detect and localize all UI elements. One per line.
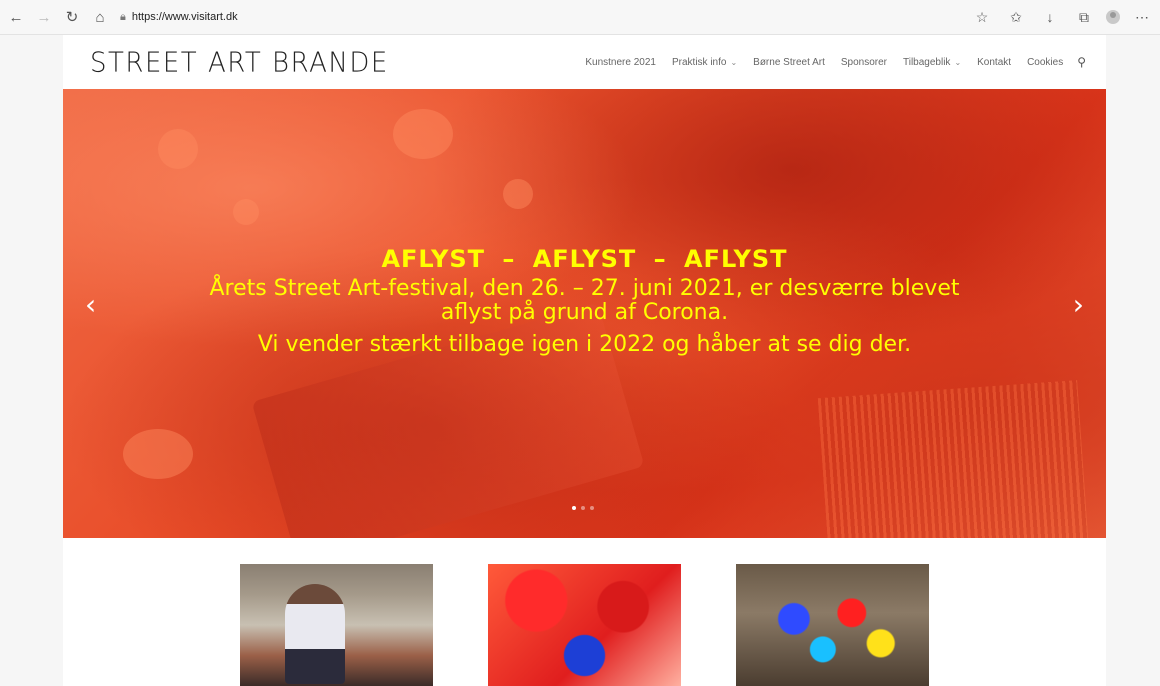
downloads-icon[interactable]: ↓ <box>1038 5 1062 29</box>
home-icon[interactable]: ⌂ <box>88 5 112 29</box>
nav-item-cookies[interactable]: Cookies <box>1027 57 1063 68</box>
address-bar[interactable]: 🔒︎ https://www.visitart.dk <box>120 5 238 29</box>
paint-splat <box>158 129 198 169</box>
read-aloud-icon[interactable]: ☆ <box>970 5 994 29</box>
nav-label: Tilbageblik <box>903 56 951 68</box>
hero-message: AFLYST – AFLYST – AFLYST Årets Street Ar… <box>63 245 1106 357</box>
nav-label: Kontakt <box>977 56 1012 68</box>
page: STREET ART BRANDE Kunstnere 2021 Praktis… <box>63 35 1106 686</box>
site-header: STREET ART BRANDE Kunstnere 2021 Praktis… <box>63 35 1106 89</box>
slider-dot[interactable] <box>572 506 576 510</box>
nav-item-kontakt[interactable]: Kontakt <box>977 57 1011 68</box>
favorites-star-icon[interactable]: ✩ <box>1004 5 1028 29</box>
chevron-down-icon: ⌄ <box>954 57 962 67</box>
artist-figure <box>285 584 345 684</box>
hero-line-2: aflyst på grund af Corona. <box>440 300 729 325</box>
nav-label: Praktisk info <box>671 56 727 68</box>
hero-brush-image <box>817 380 1089 538</box>
thumbnail-street-artist[interactable] <box>240 564 433 686</box>
nav-item-kunstnere[interactable]: Kunstnere 2021 <box>585 57 656 68</box>
slider-dots <box>572 506 599 510</box>
thumbnail-paint-palette[interactable] <box>488 564 681 686</box>
chevron-down-icon: ⌄ <box>730 57 738 67</box>
lock-icon: 🔒︎ <box>120 10 126 23</box>
paint-splat <box>393 109 453 159</box>
hero-line-3: Vi vender stærkt tilbage igen i 2022 og … <box>257 332 912 357</box>
thumbnail-paint-tray[interactable] <box>736 564 929 686</box>
browser-toolbar: ← → ↻ ⌂ 🔒︎ https://www.visitart.dk ☆ ✩ ↓… <box>0 0 1160 35</box>
more-icon[interactable]: ⋯ <box>1130 5 1154 29</box>
url-text[interactable]: https://www.visitart.dk <box>132 11 238 23</box>
hero-line-1: Årets Street Art-festival, den 26. – 27.… <box>209 276 960 301</box>
nav-label: Børne Street Art <box>753 56 825 68</box>
slider-next-arrow[interactable]: › <box>1073 291 1084 319</box>
paint-splat <box>503 179 533 209</box>
site-logo[interactable]: STREET ART BRANDE <box>90 47 389 79</box>
slider-prev-arrow[interactable]: ‹ <box>85 291 96 319</box>
refresh-icon[interactable]: ↻ <box>60 5 84 29</box>
slider-dot[interactable] <box>590 506 594 510</box>
nav-item-borne-street-art[interactable]: Børne Street Art <box>753 57 825 68</box>
nav-label: Sponsorer <box>840 56 887 68</box>
nav-item-sponsorer[interactable]: Sponsorer <box>841 57 887 68</box>
forward-icon[interactable]: → <box>32 5 56 29</box>
profile-icon[interactable] <box>1106 10 1120 24</box>
nav-item-praktisk-info[interactable]: Praktisk info ⌄ <box>672 57 737 68</box>
collections-icon[interactable]: ⧉ <box>1072 5 1096 29</box>
hero-slider: AFLYST – AFLYST – AFLYST Årets Street Ar… <box>63 89 1106 538</box>
paint-splat <box>233 199 259 225</box>
nav-label: Kunstnere 2021 <box>585 56 656 68</box>
nav-label: Cookies <box>1027 56 1064 68</box>
slider-dot[interactable] <box>581 506 585 510</box>
back-icon[interactable]: ← <box>4 5 28 29</box>
nav-item-tilbageblik[interactable]: Tilbageblik ⌄ <box>903 57 961 68</box>
hero-title: AFLYST – AFLYST – AFLYST <box>381 245 788 273</box>
search-icon[interactable]: ⚲ <box>1077 55 1086 69</box>
paint-splat <box>123 429 193 479</box>
main-nav: Kunstnere 2021 Praktisk info ⌄ Børne Stre… <box>569 55 1086 69</box>
